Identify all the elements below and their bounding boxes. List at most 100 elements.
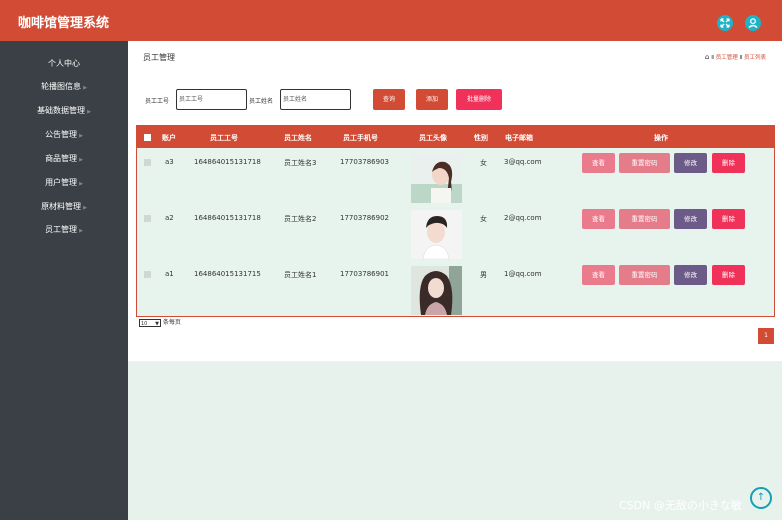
breadcrumb-item[interactable]: 员工管理 bbox=[716, 55, 738, 61]
avatar-image bbox=[411, 266, 462, 315]
emp-id-input[interactable] bbox=[176, 89, 247, 110]
row-checkbox[interactable] bbox=[144, 271, 151, 278]
edit-button[interactable]: 修改 bbox=[674, 209, 707, 229]
sidebar-item-label: 个人中心 bbox=[48, 59, 80, 68]
table-row: a2 164864015131718 员工姓名2 17703786902 女 2… bbox=[137, 204, 774, 260]
row-checkbox[interactable] bbox=[144, 159, 151, 166]
per-page-label: 条每页 bbox=[162, 319, 181, 326]
col-emp-name: 员工姓名 bbox=[284, 134, 312, 142]
col-avatar: 员工头像 bbox=[419, 134, 447, 142]
col-phone: 员工手机号 bbox=[343, 134, 378, 142]
cell-phone: 17703786903 bbox=[340, 158, 389, 166]
avatar[interactable] bbox=[411, 154, 462, 203]
cell-phone: 17703786901 bbox=[340, 270, 389, 278]
avatar-image bbox=[411, 210, 462, 260]
sidebar-item-basic-data[interactable]: 基础数据管理 ▶ bbox=[0, 105, 128, 116]
watermark: CSDN @无敌の小きな敏 bbox=[619, 499, 742, 512]
expand-icon[interactable] bbox=[717, 15, 733, 31]
page-button-current[interactable]: 1 bbox=[758, 328, 774, 344]
app-title: 咖啡馆管理系统 bbox=[18, 16, 110, 31]
cell-gender: 女 bbox=[480, 159, 487, 167]
view-button[interactable]: 查看 bbox=[582, 153, 615, 173]
col-account: 账户 bbox=[162, 134, 176, 142]
select-all-checkbox[interactable] bbox=[144, 134, 151, 141]
cell-email: 1@qq.com bbox=[504, 270, 542, 278]
emp-id-label: 员工工号 bbox=[145, 98, 170, 105]
sidebar-item-label: 基础数据管理 bbox=[37, 106, 86, 115]
reset-password-button[interactable]: 重置密码 bbox=[619, 153, 670, 173]
cell-email: 2@qq.com bbox=[504, 214, 542, 222]
sidebar-item-label: 轮播图信息 bbox=[41, 82, 82, 91]
edit-button[interactable]: 修改 bbox=[674, 265, 707, 285]
delete-button[interactable]: 删除 bbox=[712, 209, 745, 229]
cell-emp-name: 员工姓名2 bbox=[284, 215, 317, 223]
chevron-right-icon: ▶ bbox=[79, 133, 83, 139]
sidebar-item-staff[interactable]: 员工管理 ▶ bbox=[0, 224, 128, 235]
query-button[interactable]: 查询 bbox=[373, 89, 405, 110]
chevron-right-icon: ▶ bbox=[87, 109, 91, 115]
staff-table: 账户 员工工号 员工姓名 员工手机号 员工头像 性别 电子邮箱 操作 a3 16… bbox=[136, 125, 775, 317]
breadcrumb: ⌂ Ⅱ 员工管理 Ⅱ 员工列表 bbox=[705, 53, 766, 61]
home-icon[interactable]: ⌂ bbox=[705, 53, 709, 61]
avatar[interactable] bbox=[411, 210, 462, 260]
cell-account: a3 bbox=[165, 158, 174, 166]
table-row: a3 164864015131718 员工姓名3 17703786903 女 3… bbox=[137, 148, 774, 204]
reset-password-button[interactable]: 重置密码 bbox=[619, 209, 670, 229]
cell-email: 3@qq.com bbox=[504, 158, 542, 166]
col-email: 电子邮箱 bbox=[505, 134, 533, 142]
sidebar: 个人中心 轮播图信息 ▶ 基础数据管理 ▶ 公告管理 ▶ 商品管理 ▶ 用户管理 ▶ 原材… bbox=[0, 41, 128, 520]
chevron-right-icon: ▶ bbox=[83, 85, 87, 91]
page-size-value: 10 bbox=[141, 320, 148, 327]
edit-button[interactable]: 修改 bbox=[674, 153, 707, 173]
delete-button[interactable]: 删除 bbox=[712, 153, 745, 173]
sidebar-item-notice[interactable]: 公告管理 ▶ bbox=[0, 129, 128, 140]
pagination-size: 10 ▼ 条每页 bbox=[139, 317, 181, 327]
page-title: 员工管理 bbox=[143, 53, 175, 62]
sidebar-item-materials[interactable]: 原材料管理 ▶ bbox=[0, 201, 128, 212]
col-gender: 性别 bbox=[474, 134, 488, 142]
sidebar-item-carousel[interactable]: 轮播图信息 ▶ bbox=[0, 81, 128, 92]
sidebar-item-users[interactable]: 用户管理 ▶ bbox=[0, 177, 128, 188]
main-panel: 员工管理 ⌂Ⅱ 员工管理 Ⅱ 员工列表 员工工号 员工姓名 查询 添加 批量删除… bbox=[128, 41, 782, 361]
top-bar: 咖啡馆管理系统 bbox=[0, 0, 782, 41]
sidebar-item-label: 原材料管理 bbox=[41, 202, 82, 211]
cell-emp-name: 员工姓名3 bbox=[284, 159, 317, 167]
page-size-select[interactable]: 10 ▼ bbox=[139, 318, 161, 327]
col-emp-id: 员工工号 bbox=[210, 134, 238, 142]
sidebar-item-label: 用户管理 bbox=[45, 178, 78, 187]
sidebar-item-goods[interactable]: 商品管理 ▶ bbox=[0, 153, 128, 164]
cell-emp-id: 164864015131718 bbox=[194, 214, 261, 222]
sidebar-item-label: 公告管理 bbox=[45, 130, 78, 139]
user-icon[interactable] bbox=[745, 15, 761, 31]
sidebar-item-label: 商品管理 bbox=[45, 154, 78, 163]
sidebar-item-profile[interactable]: 个人中心 bbox=[0, 58, 128, 69]
emp-name-input[interactable] bbox=[280, 89, 351, 110]
sidebar-item-label: 员工管理 bbox=[45, 225, 78, 234]
avatar[interactable] bbox=[411, 266, 462, 315]
cell-account: a1 bbox=[165, 270, 174, 278]
cell-emp-id: 164864015131718 bbox=[194, 158, 261, 166]
view-button[interactable]: 查看 bbox=[582, 209, 615, 229]
row-checkbox[interactable] bbox=[144, 215, 151, 222]
cell-phone: 17703786902 bbox=[340, 214, 389, 222]
back-to-top-icon[interactable]: ↑ bbox=[750, 487, 772, 509]
chevron-down-icon: ▼ bbox=[155, 320, 159, 327]
cell-emp-id: 164864015131715 bbox=[194, 270, 261, 278]
reset-password-button[interactable]: 重置密码 bbox=[619, 265, 670, 285]
batch-delete-button[interactable]: 批量删除 bbox=[456, 89, 502, 110]
chevron-right-icon: ▶ bbox=[79, 157, 83, 163]
cell-emp-name: 员工姓名1 bbox=[284, 271, 317, 279]
delete-button[interactable]: 删除 bbox=[712, 265, 745, 285]
add-button[interactable]: 添加 bbox=[416, 89, 448, 110]
avatar-image bbox=[411, 154, 462, 203]
chevron-right-icon: ▶ bbox=[79, 181, 83, 187]
cell-gender: 女 bbox=[480, 215, 487, 223]
col-actions: 操作 bbox=[654, 134, 668, 142]
table-row: a1 164864015131715 员工姓名1 17703786901 男 1… bbox=[137, 260, 774, 316]
view-button[interactable]: 查看 bbox=[582, 265, 615, 285]
emp-name-label: 员工姓名 bbox=[249, 98, 274, 105]
chevron-right-icon: ▶ bbox=[79, 228, 83, 234]
cell-account: a2 bbox=[165, 214, 174, 222]
breadcrumb-item[interactable]: 员工列表 bbox=[744, 55, 766, 61]
cell-gender: 男 bbox=[480, 271, 487, 279]
